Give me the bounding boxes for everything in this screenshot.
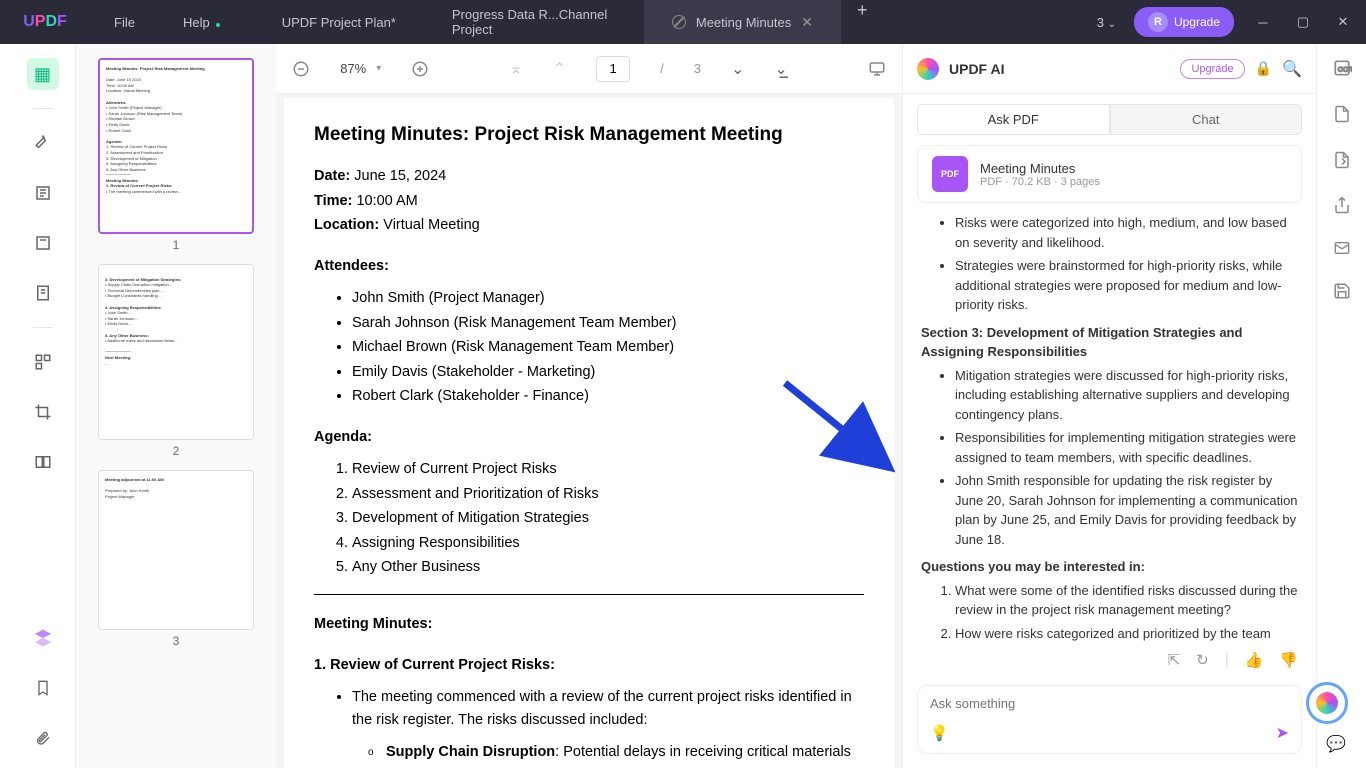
ai-file-card[interactable]: PDF Meeting Minutes PDF · 70.2 KB · 3 pa… <box>917 145 1302 203</box>
thumbnail-number: 1 <box>98 238 254 252</box>
convert-icon[interactable] <box>1333 150 1351 170</box>
agenda-list: Review of Current Project Risks Assessme… <box>352 458 864 578</box>
tab-doc-icon <box>672 15 686 29</box>
ai-actions: ⇱ ↻ | 👍 👎 <box>903 645 1316 675</box>
thumbnail-number: 2 <box>98 444 254 458</box>
tab-meeting-minutes[interactable]: Meeting Minutes ✕ <box>644 0 841 44</box>
text-icon[interactable] <box>27 177 59 209</box>
bookmark-tool-icon[interactable] <box>27 227 59 259</box>
export-file-icon[interactable] <box>1333 104 1351 124</box>
thumbnail-image: Meeting adjourned at 11:00 AM.Prepared b… <box>98 470 254 630</box>
thumbnail-number: 3 <box>98 634 254 648</box>
thumbnail-1[interactable]: Meeting Minutes: Project Risk Management… <box>98 58 254 252</box>
upgrade-button[interactable]: R Upgrade <box>1134 7 1234 37</box>
menu-help[interactable]: Help <box>159 15 234 30</box>
user-avatar: R <box>1148 12 1168 32</box>
first-page-button[interactable]: ⌅ <box>509 59 522 79</box>
share-icon[interactable] <box>1333 196 1351 214</box>
send-button[interactable]: ➤ <box>1276 723 1289 743</box>
attendees-list: John Smith (Project Manager) Sarah Johns… <box>352 287 864 407</box>
zoom-level[interactable]: 87% <box>340 61 381 76</box>
export-icon[interactable]: ⇱ <box>1168 651 1181 669</box>
highlighter-icon[interactable] <box>27 127 59 159</box>
thumbnail-3[interactable]: Meeting adjourned at 11:00 AM.Prepared b… <box>98 470 254 648</box>
tab-add-button[interactable]: + <box>841 0 884 44</box>
ai-input-box: 💡 ➤ <box>917 685 1302 754</box>
tabs: UPDF Project Plan* Progress Data R...Cha… <box>254 0 1097 44</box>
prev-page-button[interactable]: ⌃ <box>553 59 566 79</box>
ai-input[interactable] <box>930 696 1289 711</box>
pdf-icon: PDF <box>932 156 968 192</box>
form-icon[interactable] <box>27 277 59 309</box>
zoom-out-button[interactable] <box>292 60 310 78</box>
layers-icon[interactable] <box>27 622 59 654</box>
tab-count[interactable]: 3 ⌄ <box>1097 15 1116 30</box>
compare-icon[interactable] <box>27 446 59 478</box>
tab-label: Meeting Minutes <box>696 15 791 30</box>
tab-ask-pdf[interactable]: Ask PDF <box>917 104 1110 135</box>
ai-file-meta: PDF · 70.2 KB · 3 pages <box>980 176 1100 188</box>
zoom-in-button[interactable] <box>411 60 429 78</box>
ai-fab-icon <box>1316 692 1338 714</box>
tab-label: Progress Data R...Channel Project <box>452 7 616 37</box>
regenerate-icon[interactable]: ↻ <box>1196 651 1209 669</box>
ai-tabs: Ask PDF Chat <box>903 94 1316 145</box>
thumbs-up-icon[interactable]: 👍 <box>1245 651 1264 669</box>
search-icon[interactable]: 🔍 <box>1282 59 1302 79</box>
right-sidebar: OCR <box>1316 44 1366 768</box>
ai-upgrade-button[interactable]: Upgrade <box>1180 59 1244 79</box>
page-separator: / <box>660 61 664 76</box>
page-viewport[interactable]: Meeting Minutes: Project Risk Management… <box>276 94 902 768</box>
tab-chat[interactable]: Chat <box>1110 104 1303 135</box>
attachment-icon[interactable] <box>27 722 59 754</box>
titlebar: UPDF File Help UPDF Project Plan* Progre… <box>0 0 1366 44</box>
left-sidebar: ▦ <box>10 44 76 768</box>
tab-label: UPDF Project Plan* <box>282 15 396 30</box>
ocr-icon[interactable]: OCR <box>1332 58 1352 78</box>
page-1: Meeting Minutes: Project Risk Management… <box>284 98 894 768</box>
ai-logo-icon <box>917 58 939 80</box>
suggestions-icon[interactable]: 💡 <box>930 724 949 742</box>
tab-progress-data[interactable]: Progress Data R...Channel Project <box>424 0 644 44</box>
thumbnail-image: 3. Development of Mitigation Strategies:… <box>98 264 254 440</box>
tab-close-icon[interactable]: ✕ <box>801 14 813 31</box>
thumbnails-icon[interactable]: ▦ <box>27 58 59 90</box>
save-icon[interactable] <box>1333 282 1351 300</box>
bookmark-icon[interactable] <box>27 672 59 704</box>
crop-icon[interactable] <box>27 396 59 428</box>
ai-fab-button[interactable] <box>1306 682 1348 724</box>
maximize-button[interactable]: ▢ <box>1292 14 1314 30</box>
email-icon[interactable] <box>1333 240 1351 256</box>
thumbs-down-icon[interactable]: 👎 <box>1279 651 1298 669</box>
page-input[interactable] <box>596 56 630 82</box>
ai-header: UPDF AI Upgrade 🔒 🔍 <box>903 44 1316 94</box>
last-page-button[interactable]: ⌄̲ <box>774 59 787 79</box>
thumbnail-2[interactable]: 3. Development of Mitigation Strategies:… <box>98 264 254 458</box>
document-area: 87% ⌅ ⌃ / 3 ⌄ ⌄̲ Meeting Minutes: Projec… <box>276 44 902 768</box>
ai-title: UPDF AI <box>949 61 1170 77</box>
close-button[interactable]: ✕ <box>1332 14 1354 30</box>
tab-project-plan[interactable]: UPDF Project Plan* <box>254 0 424 44</box>
comment-icon[interactable]: 💬 <box>1326 734 1346 754</box>
doc-title: Meeting Minutes: Project Risk Management… <box>314 120 864 149</box>
next-page-button[interactable]: ⌄ <box>731 59 744 79</box>
app-logo: UPDF <box>0 13 90 31</box>
svg-text:OCR: OCR <box>1337 66 1351 73</box>
thumbnails-panel: Meeting Minutes: Project Risk Management… <box>76 44 276 768</box>
organize-icon[interactable] <box>27 346 59 378</box>
minimize-button[interactable]: ─ <box>1252 15 1274 30</box>
presentation-icon[interactable] <box>868 60 886 78</box>
menu-file[interactable]: File <box>90 15 159 30</box>
document-toolbar: 87% ⌅ ⌃ / 3 ⌄ ⌄̲ <box>276 44 902 94</box>
page-total: 3 <box>694 61 701 76</box>
upgrade-label: Upgrade <box>1174 15 1220 29</box>
lock-icon[interactable]: 🔒 <box>1255 60 1272 77</box>
ai-file-name: Meeting Minutes <box>980 161 1100 176</box>
ai-response: Risks were categorized into high, medium… <box>903 203 1316 645</box>
thumbnail-image: Meeting Minutes: Project Risk Management… <box>98 58 254 234</box>
ai-panel: UPDF AI Upgrade 🔒 🔍 Ask PDF Chat PDF Mee… <box>902 44 1316 768</box>
